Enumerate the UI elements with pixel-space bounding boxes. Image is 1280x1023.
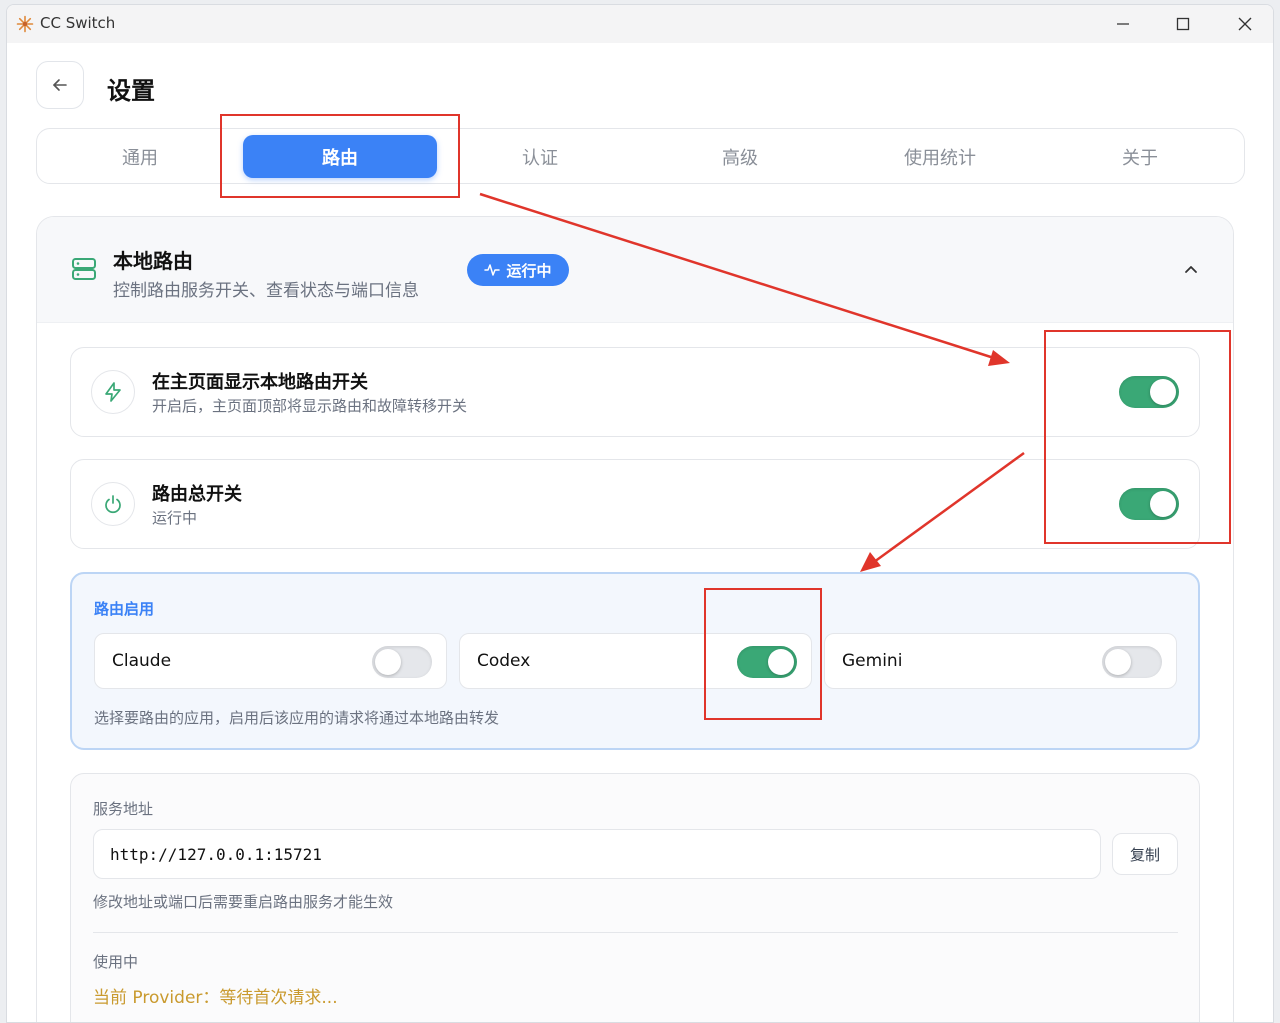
server-icon (72, 258, 96, 280)
card-icon-wrapper (91, 482, 135, 526)
provider-status: 当前 Provider：等待首次请求... (93, 988, 338, 1008)
chevron-up-icon (1185, 266, 1197, 273)
in-use-label: 使用中 (93, 953, 139, 971)
service-address-hint: 修改地址或端口后需要重启路由服务才能生效 (93, 893, 394, 911)
show-on-home-subtitle: 开启后，主页面顶部将显示路由和故障转移开关 (152, 397, 468, 415)
section-subtitle: 控制路由服务开关、查看状态与端口信息 (113, 281, 419, 301)
routing-enabled-hint: 选择要路由的应用，启用后该应用的请求将通过本地路由转发 (94, 709, 500, 727)
service-address-card: 服务地址 http://127.0.0.1:15721 复制 修改地址或端口后需… (70, 773, 1200, 1022)
status-badge: 运行中 (467, 254, 569, 286)
lightning-icon (105, 382, 121, 402)
page-title: 设置 (107, 77, 155, 105)
annotation-box-routing-tab (220, 114, 460, 198)
local-routing-header[interactable]: 本地路由 控制路由服务开关、查看状态与端口信息 运行中 (37, 217, 1233, 323)
toggle-knob (375, 649, 401, 675)
tab-general[interactable]: 通用 (43, 135, 237, 178)
maximize-icon (1176, 17, 1190, 31)
minimize-button[interactable] (1093, 5, 1153, 43)
service-address-input[interactable]: http://127.0.0.1:15721 (93, 829, 1101, 879)
app-name: Codex (477, 651, 531, 671)
section-title: 本地路由 (113, 249, 193, 273)
window-title: CC Switch (40, 14, 116, 32)
app-item-gemini: Gemini (824, 633, 1177, 689)
divider (93, 932, 1178, 933)
tab-auth[interactable]: 认证 (443, 135, 637, 178)
copy-button[interactable]: 复制 (1112, 833, 1178, 875)
app-logo-icon (16, 15, 34, 33)
back-button[interactable] (36, 61, 84, 109)
close-icon (1238, 17, 1252, 31)
settings-tabs: 通用 路由 认证 高级 使用统计 关于 (36, 128, 1245, 184)
show-on-home-card: 在主页面显示本地路由开关 开启后，主页面顶部将显示路由和故障转移开关 (70, 347, 1200, 437)
title-bar: CC Switch (7, 5, 1273, 43)
activity-icon (484, 264, 501, 276)
service-address-label: 服务地址 (93, 800, 154, 818)
maximize-button[interactable] (1153, 5, 1213, 43)
collapse-button[interactable] (1177, 255, 1205, 283)
tab-about[interactable]: 关于 (1043, 135, 1237, 178)
toggle-knob (1105, 649, 1131, 675)
annotation-box-codex-toggle (704, 588, 822, 720)
show-on-home-title: 在主页面显示本地路由开关 (152, 372, 368, 393)
arrow-left-icon (53, 79, 67, 91)
app-name: Claude (112, 651, 172, 671)
routing-enabled-panel: 路由启用 Claude Codex Gemini 选择要路由的应用，启用后该应用… (70, 572, 1200, 750)
master-switch-card: 路由总开关 运行中 (70, 459, 1200, 549)
gemini-routing-toggle[interactable] (1102, 646, 1162, 678)
claude-routing-toggle[interactable] (372, 646, 432, 678)
master-switch-subtitle: 运行中 (152, 509, 198, 527)
status-badge-label: 运行中 (506, 261, 552, 280)
app-item-claude: Claude (94, 633, 447, 689)
close-button[interactable] (1215, 5, 1273, 43)
tab-advanced[interactable]: 高级 (643, 135, 837, 178)
annotation-box-toggles (1044, 330, 1231, 544)
tab-usage-stats[interactable]: 使用统计 (843, 135, 1037, 178)
master-switch-title: 路由总开关 (152, 484, 242, 505)
app-name: Gemini (842, 651, 903, 671)
routing-enabled-label: 路由启用 (94, 600, 155, 618)
card-icon-wrapper (91, 370, 135, 414)
power-icon (105, 495, 121, 514)
minimize-icon (1117, 23, 1129, 25)
